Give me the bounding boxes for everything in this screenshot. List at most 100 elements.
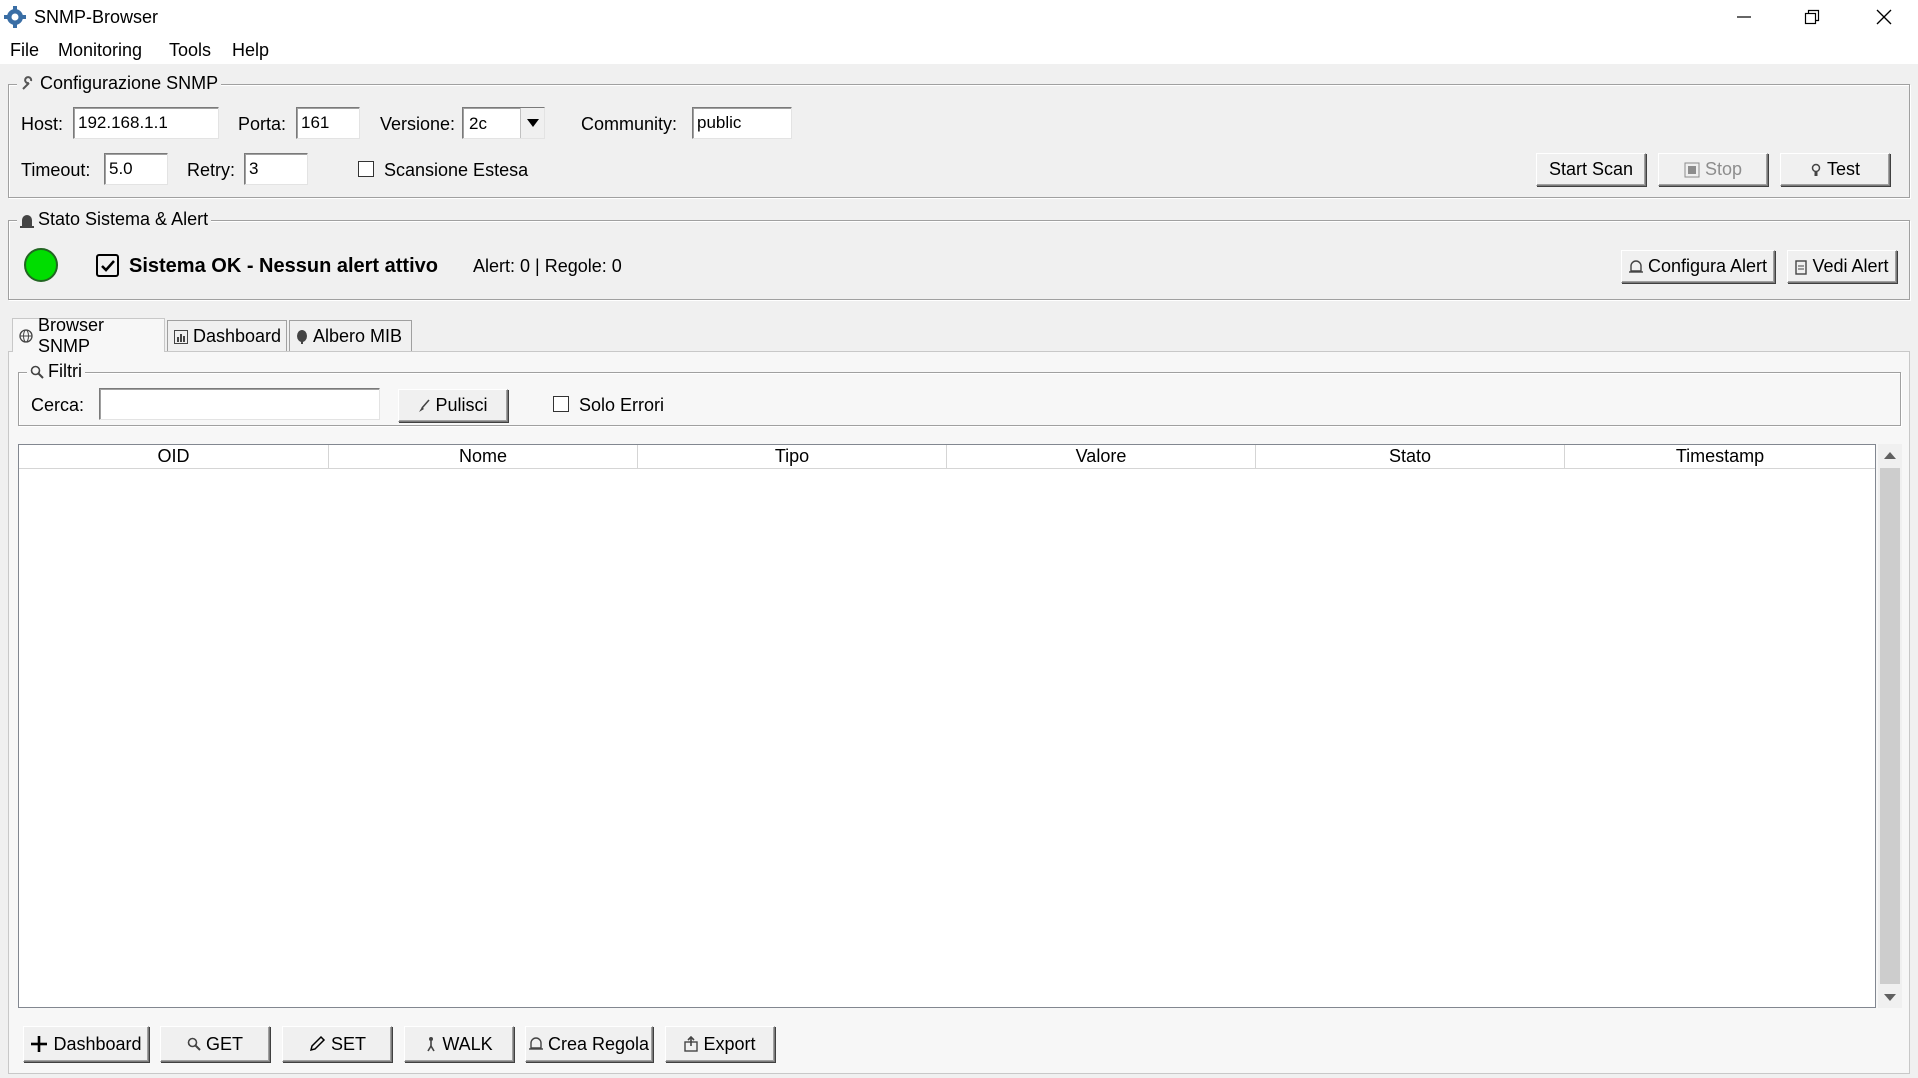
add-dashboard-button[interactable]: Dashboard bbox=[23, 1026, 149, 1062]
column-header-valore[interactable]: Valore bbox=[947, 445, 1256, 469]
tab-albero-mib-label: Albero MIB bbox=[313, 326, 403, 346]
column-header-nome[interactable]: Nome bbox=[329, 445, 638, 469]
export-icon bbox=[684, 1036, 699, 1052]
configure-alert-button[interactable]: Configura Alert bbox=[1621, 250, 1775, 283]
tab-browser-snmp[interactable]: Browser SNMP bbox=[12, 315, 165, 356]
stop-label: Stop bbox=[1704, 159, 1743, 179]
alert-counts: Alert: 0 | Regole: 0 bbox=[473, 256, 622, 276]
title-bar bbox=[0, 0, 1918, 34]
start-scan-button[interactable]: Start Scan bbox=[1536, 153, 1646, 186]
close-icon bbox=[1876, 9, 1892, 25]
gear-icon bbox=[3, 5, 27, 29]
menu-help[interactable]: Help bbox=[232, 40, 269, 61]
create-rule-button[interactable]: Crea Regola bbox=[525, 1026, 653, 1062]
filters-title: Filtri bbox=[27, 361, 85, 382]
timeout-input[interactable] bbox=[104, 153, 168, 185]
version-value: 2c bbox=[469, 114, 487, 133]
menu-tools[interactable]: Tools bbox=[169, 40, 211, 61]
status-message: Sistema OK - Nessun alert attivo bbox=[129, 255, 438, 277]
errors-only-checkbox[interactable] bbox=[553, 396, 569, 412]
extended-scan-label: Scansione Estesa bbox=[384, 160, 529, 180]
bar-chart-icon bbox=[174, 329, 188, 344]
snmp-config-title: Configurazione SNMP bbox=[17, 73, 222, 94]
scroll-down-icon[interactable] bbox=[1878, 986, 1902, 1008]
results-table[interactable]: OID Nome Tipo Valore Stato Timestamp bbox=[18, 444, 1876, 1008]
clear-button[interactable]: Pulisci bbox=[398, 389, 508, 422]
scrollbar-thumb[interactable] bbox=[1880, 468, 1900, 984]
view-alert-label: Vedi Alert bbox=[1812, 256, 1889, 276]
search-input[interactable] bbox=[99, 388, 380, 420]
walk-label: WALK bbox=[442, 1033, 493, 1054]
community-input[interactable] bbox=[692, 107, 792, 139]
column-header-tipo[interactable]: Tipo bbox=[638, 445, 947, 469]
view-alert-button[interactable]: Vedi Alert bbox=[1787, 250, 1897, 283]
close-button[interactable] bbox=[1850, 0, 1918, 34]
plus-icon bbox=[30, 1035, 48, 1053]
add-dashboard-label: Dashboard bbox=[53, 1033, 142, 1054]
get-button[interactable]: GET bbox=[160, 1026, 270, 1062]
set-label: SET bbox=[330, 1033, 366, 1054]
stop-icon bbox=[1684, 162, 1700, 178]
export-label: Export bbox=[703, 1033, 756, 1054]
tree-icon bbox=[296, 329, 308, 344]
bell-icon bbox=[1628, 259, 1643, 275]
export-button[interactable]: Export bbox=[665, 1026, 775, 1062]
status-led bbox=[24, 248, 58, 282]
vertical-scrollbar[interactable] bbox=[1878, 444, 1902, 1008]
port-input[interactable] bbox=[296, 107, 360, 139]
configure-alert-label: Configura Alert bbox=[1647, 256, 1768, 276]
retry-input[interactable] bbox=[244, 153, 308, 185]
get-label: GET bbox=[205, 1033, 243, 1054]
walking-icon bbox=[425, 1036, 437, 1052]
system-status-title-text: Stato Sistema & Alert bbox=[38, 209, 209, 229]
test-button[interactable]: Test bbox=[1780, 153, 1890, 186]
retry-label: Retry: bbox=[187, 160, 236, 180]
chevron-down-icon[interactable] bbox=[520, 108, 544, 138]
stop-button[interactable]: Stop bbox=[1658, 153, 1768, 186]
test-label: Test bbox=[1826, 159, 1860, 179]
version-label: Versione: bbox=[380, 114, 456, 134]
minimize-icon bbox=[1737, 16, 1751, 18]
filters-title-text: Filtri bbox=[48, 361, 82, 381]
walk-button[interactable]: WALK bbox=[404, 1026, 514, 1062]
extended-scan-checkbox[interactable] bbox=[358, 161, 374, 177]
broom-icon bbox=[418, 398, 431, 413]
column-header-timestamp[interactable]: Timestamp bbox=[1565, 445, 1875, 469]
restore-button[interactable] bbox=[1778, 0, 1846, 34]
errors-only-label: Solo Errori bbox=[579, 395, 665, 415]
create-rule-label: Crea Regola bbox=[547, 1033, 650, 1054]
menu-file[interactable]: File bbox=[10, 40, 39, 61]
tab-dashboard[interactable]: Dashboard bbox=[167, 320, 287, 352]
version-select[interactable]: 2c bbox=[462, 107, 545, 139]
bell-icon bbox=[528, 1036, 543, 1052]
menu-monitoring[interactable]: Monitoring bbox=[58, 40, 142, 61]
host-input[interactable] bbox=[73, 107, 219, 139]
clear-label: Pulisci bbox=[435, 395, 488, 415]
set-button[interactable]: SET bbox=[282, 1026, 392, 1062]
wrench-icon bbox=[20, 75, 36, 92]
column-header-stato[interactable]: Stato bbox=[1256, 445, 1565, 469]
port-label: Porta: bbox=[238, 114, 287, 134]
restore-icon bbox=[1804, 9, 1820, 25]
column-header-oid[interactable]: OID bbox=[19, 445, 329, 469]
pencil-icon bbox=[308, 1035, 326, 1053]
menu-bar bbox=[0, 34, 1918, 64]
lightbulb-icon bbox=[1810, 162, 1822, 178]
scroll-up-icon[interactable] bbox=[1878, 444, 1902, 466]
community-label: Community: bbox=[581, 114, 678, 134]
host-label: Host: bbox=[21, 114, 64, 134]
system-status-title: Stato Sistema & Alert bbox=[17, 209, 212, 230]
siren-icon bbox=[20, 212, 34, 228]
snmp-config-title-text: Configurazione SNMP bbox=[40, 73, 219, 93]
tab-dashboard-label: Dashboard bbox=[193, 326, 282, 346]
start-scan-label: Start Scan bbox=[1548, 159, 1634, 179]
globe-icon bbox=[19, 328, 33, 343]
tab-albero-mib[interactable]: Albero MIB bbox=[289, 320, 412, 352]
search-icon bbox=[187, 1037, 201, 1051]
window-title: SNMP-Browser bbox=[34, 7, 159, 27]
tab-browser-snmp-label: Browser SNMP bbox=[38, 314, 105, 356]
clipboard-icon bbox=[1795, 259, 1808, 275]
search-icon bbox=[30, 365, 44, 379]
timeout-label: Timeout: bbox=[21, 160, 91, 180]
minimize-button[interactable] bbox=[1710, 0, 1778, 34]
